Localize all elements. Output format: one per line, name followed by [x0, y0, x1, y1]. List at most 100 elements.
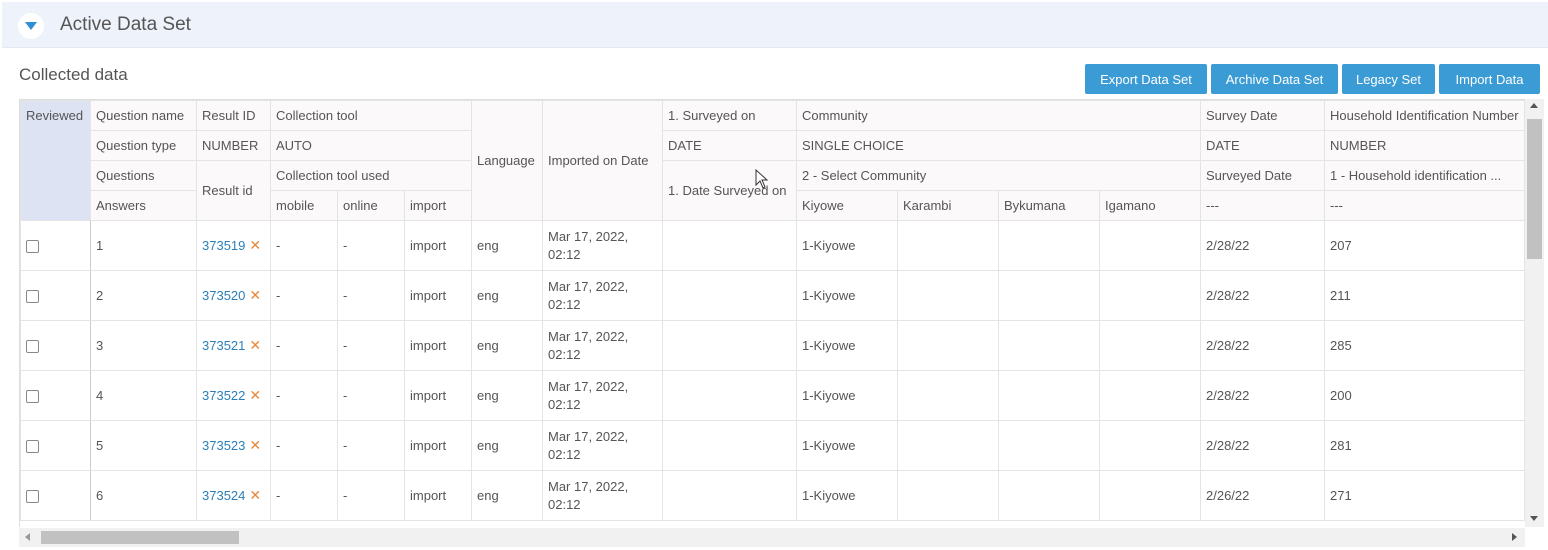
community-karambi-cell: [897, 370, 999, 421]
horizontal-scrollbar[interactable]: [19, 528, 1525, 547]
surveyed-on-cell: [662, 470, 797, 521]
answers-label: Answers: [90, 190, 197, 221]
delete-icon[interactable]: ✕: [249, 287, 261, 303]
reviewed-checkbox[interactable]: [26, 440, 39, 454]
survey-date-cell: 2/28/22: [1200, 370, 1325, 421]
community-kiyowe-cell: 1-Kiyowe: [796, 470, 898, 521]
reviewed-cell: [20, 420, 91, 471]
result-id-link[interactable]: 373521: [202, 338, 245, 353]
import-data-button[interactable]: Import Data: [1439, 64, 1540, 94]
imported-on-cell: Mar 17, 2022, 02:12: [542, 470, 663, 521]
scroll-left-icon[interactable]: [25, 533, 30, 541]
survey-date-cell: 2/28/22: [1200, 270, 1325, 321]
row-number: 6: [90, 470, 197, 521]
community-igamano-cell: [1099, 220, 1201, 271]
surveyed-on-cell: [662, 320, 797, 371]
table-row[interactable]: 1 373519 ✕ - - import eng Mar 17, 2022, 02:12 1-…: [20, 220, 1525, 271]
collection-tool-type: AUTO: [270, 130, 472, 161]
delete-icon[interactable]: ✕: [249, 437, 261, 453]
table-row[interactable]: 5 373523 ✕ - - import eng Mar 17, 2022, 02:12 1-…: [20, 420, 1525, 471]
table-body: 1 373519 ✕ - - import eng Mar 17, 2022, 02:12 1-…: [20, 220, 1525, 521]
surveyed-on-header: 1. Surveyed on: [662, 100, 797, 131]
community-kiyowe-cell: 1-Kiyowe: [796, 320, 898, 371]
community-header: Community: [796, 100, 1201, 131]
language-cell: eng: [471, 270, 543, 321]
survey-date-cell: 2/28/22: [1200, 220, 1325, 271]
community-igamano-cell: [1099, 420, 1201, 471]
survey-date-cell: 2/26/22: [1200, 470, 1325, 521]
delete-icon[interactable]: ✕: [249, 337, 261, 353]
community-igamano-cell: [1099, 470, 1201, 521]
result-id-link[interactable]: 373522: [202, 388, 245, 403]
surveyed-on-cell: [662, 220, 797, 271]
scroll-right-icon[interactable]: [1512, 533, 1517, 541]
delete-icon[interactable]: ✕: [249, 387, 261, 403]
community-igamano-cell: [1099, 270, 1201, 321]
reviewed-checkbox[interactable]: [26, 340, 39, 354]
import-cell: import: [404, 220, 472, 271]
reviewed-cell: [20, 220, 91, 271]
delete-icon[interactable]: ✕: [249, 237, 261, 253]
language-cell: eng: [471, 370, 543, 421]
imported-on-cell: Mar 17, 2022, 02:12: [542, 370, 663, 421]
scroll-down-icon[interactable]: [1530, 516, 1538, 521]
panel-title: Active Data Set: [60, 14, 191, 35]
table-row[interactable]: 4 373522 ✕ - - import eng Mar 17, 2022, 02:12 1-…: [20, 370, 1525, 421]
data-table-container: Reviewed Question name Result ID Collect…: [19, 99, 1525, 527]
table-row[interactable]: 6 373524 ✕ - - import eng Mar 17, 2022, 02:12 1-…: [20, 470, 1525, 521]
community-karambi-cell: [897, 270, 999, 321]
result-id-type: NUMBER: [196, 130, 271, 161]
collection-tool-header: Collection tool: [270, 100, 472, 131]
reviewed-cell: [20, 320, 91, 371]
mobile-cell: -: [270, 420, 338, 471]
community-bykumana-cell: [998, 370, 1100, 421]
import-cell: import: [404, 320, 472, 371]
community-igamano-cell: [1099, 320, 1201, 371]
panel-header: Active Data Set: [2, 2, 1548, 48]
archive-data-set-button[interactable]: Archive Data Set: [1211, 64, 1338, 94]
result-id-link[interactable]: 373524: [202, 488, 245, 503]
table-row[interactable]: 2 373520 ✕ - - import eng Mar 17, 2022, 02:12 1-…: [20, 270, 1525, 321]
online-cell: -: [337, 470, 405, 521]
reviewed-checkbox[interactable]: [26, 240, 39, 254]
household-cell: 271: [1324, 470, 1525, 521]
row-number: 4: [90, 370, 197, 421]
reviewed-checkbox[interactable]: [26, 290, 39, 304]
community-karambi-cell: [897, 470, 999, 521]
imported-on-cell: Mar 17, 2022, 02:12: [542, 320, 663, 371]
vertical-scrollbar[interactable]: [1525, 99, 1544, 527]
household-cell: 207: [1324, 220, 1525, 271]
household-cell: 211: [1324, 270, 1525, 321]
imported-on-cell: Mar 17, 2022, 02:12: [542, 220, 663, 271]
vertical-scroll-thumb[interactable]: [1527, 119, 1542, 259]
mobile-cell: -: [270, 370, 338, 421]
imported-on-header: Imported on Date: [542, 100, 663, 221]
result-id-cell: 373519 ✕: [196, 220, 271, 271]
household-type: NUMBER: [1324, 130, 1525, 161]
online-cell: -: [337, 270, 405, 321]
household-cell: 285: [1324, 320, 1525, 371]
mobile-cell: -: [270, 220, 338, 271]
imported-on-cell: Mar 17, 2022, 02:12: [542, 420, 663, 471]
result-id-link[interactable]: 373520: [202, 288, 245, 303]
surveyed-on-type: DATE: [662, 130, 797, 161]
result-id-link[interactable]: 373519: [202, 238, 245, 253]
scroll-up-icon[interactable]: [1530, 103, 1538, 108]
community-karambi-cell: [897, 320, 999, 371]
horizontal-scroll-thumb[interactable]: [41, 531, 239, 544]
mobile-cell: -: [270, 470, 338, 521]
export-data-set-button[interactable]: Export Data Set: [1085, 64, 1207, 94]
reviewed-checkbox[interactable]: [26, 490, 39, 504]
community-kiyowe-cell: 1-Kiyowe: [796, 370, 898, 421]
legacy-set-button[interactable]: Legacy Set: [1342, 64, 1435, 94]
result-id-link[interactable]: 373523: [202, 438, 245, 453]
delete-icon[interactable]: ✕: [249, 487, 261, 503]
reviewed-header: Reviewed: [20, 100, 91, 221]
collapse-toggle-icon[interactable]: [18, 13, 44, 39]
table-row[interactable]: 3 373521 ✕ - - import eng Mar 17, 2022, 02:12 1-…: [20, 320, 1525, 371]
reviewed-cell: [20, 470, 91, 521]
language-cell: eng: [471, 220, 543, 271]
community-bykumana-cell: [998, 320, 1100, 371]
import-cell: import: [404, 420, 472, 471]
reviewed-checkbox[interactable]: [26, 390, 39, 404]
